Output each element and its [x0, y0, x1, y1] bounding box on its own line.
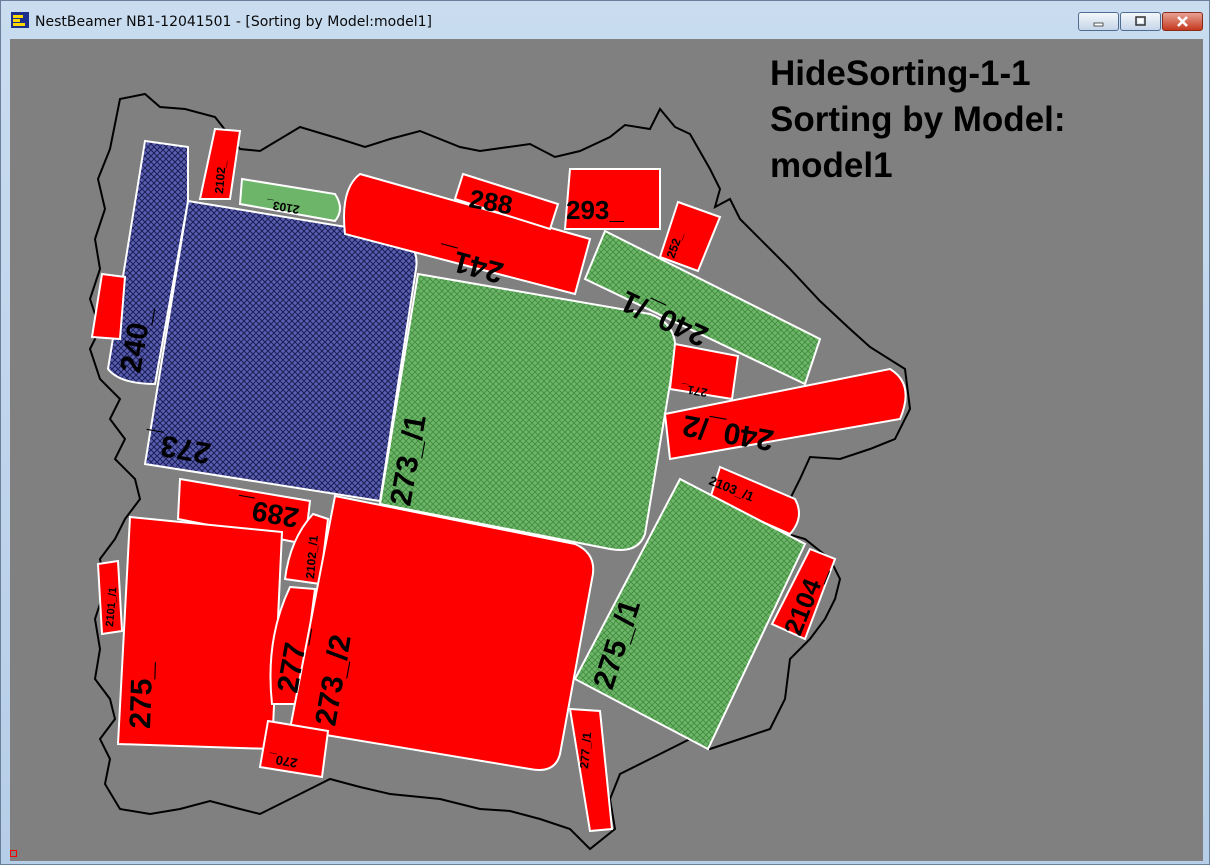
window-title: NestBeamer NB1-12041501 - [Sorting by Mo… [35, 14, 432, 30]
close-icon [1177, 16, 1188, 27]
label-293: 293_ [566, 195, 624, 225]
minimize-button[interactable] [1078, 12, 1119, 31]
title-bar[interactable]: NestBeamer NB1-12041501 - [Sorting by Mo… [1, 1, 1209, 37]
label-275: 275_ [124, 661, 159, 729]
restore-button[interactable] [1120, 12, 1161, 31]
heading-line-1: HideSorting-1-1 [770, 54, 1031, 93]
sorting-heading: HideSorting-1-1 Sorting by Model: model1 [770, 51, 1066, 189]
piece-277-1[interactable] [568, 707, 614, 833]
nesting-canvas[interactable]: 273_ 240_ 2102_ 2103_ 288 293_ 241_ 252_… [10, 39, 1203, 861]
heading-line-2: Sorting by Model: [770, 100, 1066, 139]
piece-small-left[interactable] [90, 272, 127, 341]
origin-marker [10, 850, 17, 857]
nestbeamer-app-icon [11, 12, 29, 28]
restore-icon [1135, 16, 1146, 26]
label-2102: 2102_ [212, 159, 229, 194]
heading-line-3: model1 [770, 146, 893, 185]
close-button[interactable] [1162, 12, 1203, 31]
minimize-icon [1093, 22, 1104, 27]
app-window: NestBeamer NB1-12041501 - [Sorting by Mo… [0, 0, 1210, 865]
piece-252[interactable] [658, 200, 722, 273]
